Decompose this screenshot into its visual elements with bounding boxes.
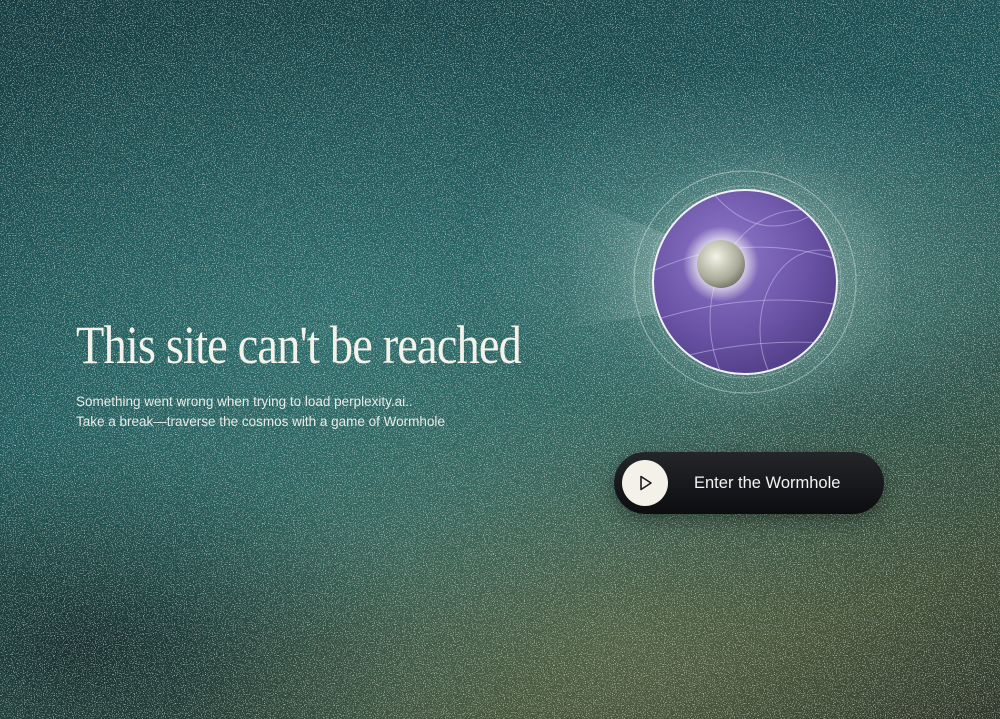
enter-wormhole-button[interactable]: Enter the Wormhole — [614, 452, 884, 514]
play-button-circle[interactable] — [622, 460, 668, 506]
error-description: Something went wrong when trying to load… — [76, 392, 445, 432]
wormhole-planet-icon — [560, 145, 890, 415]
enter-wormhole-label: Enter the Wormhole — [694, 473, 841, 492]
error-message: Something went wrong when trying to load… — [76, 394, 413, 409]
play-icon — [640, 475, 652, 491]
game-invitation: Take a break—traverse the cosmos with a … — [76, 414, 445, 429]
page-title: This site can't be reached — [76, 315, 522, 375]
